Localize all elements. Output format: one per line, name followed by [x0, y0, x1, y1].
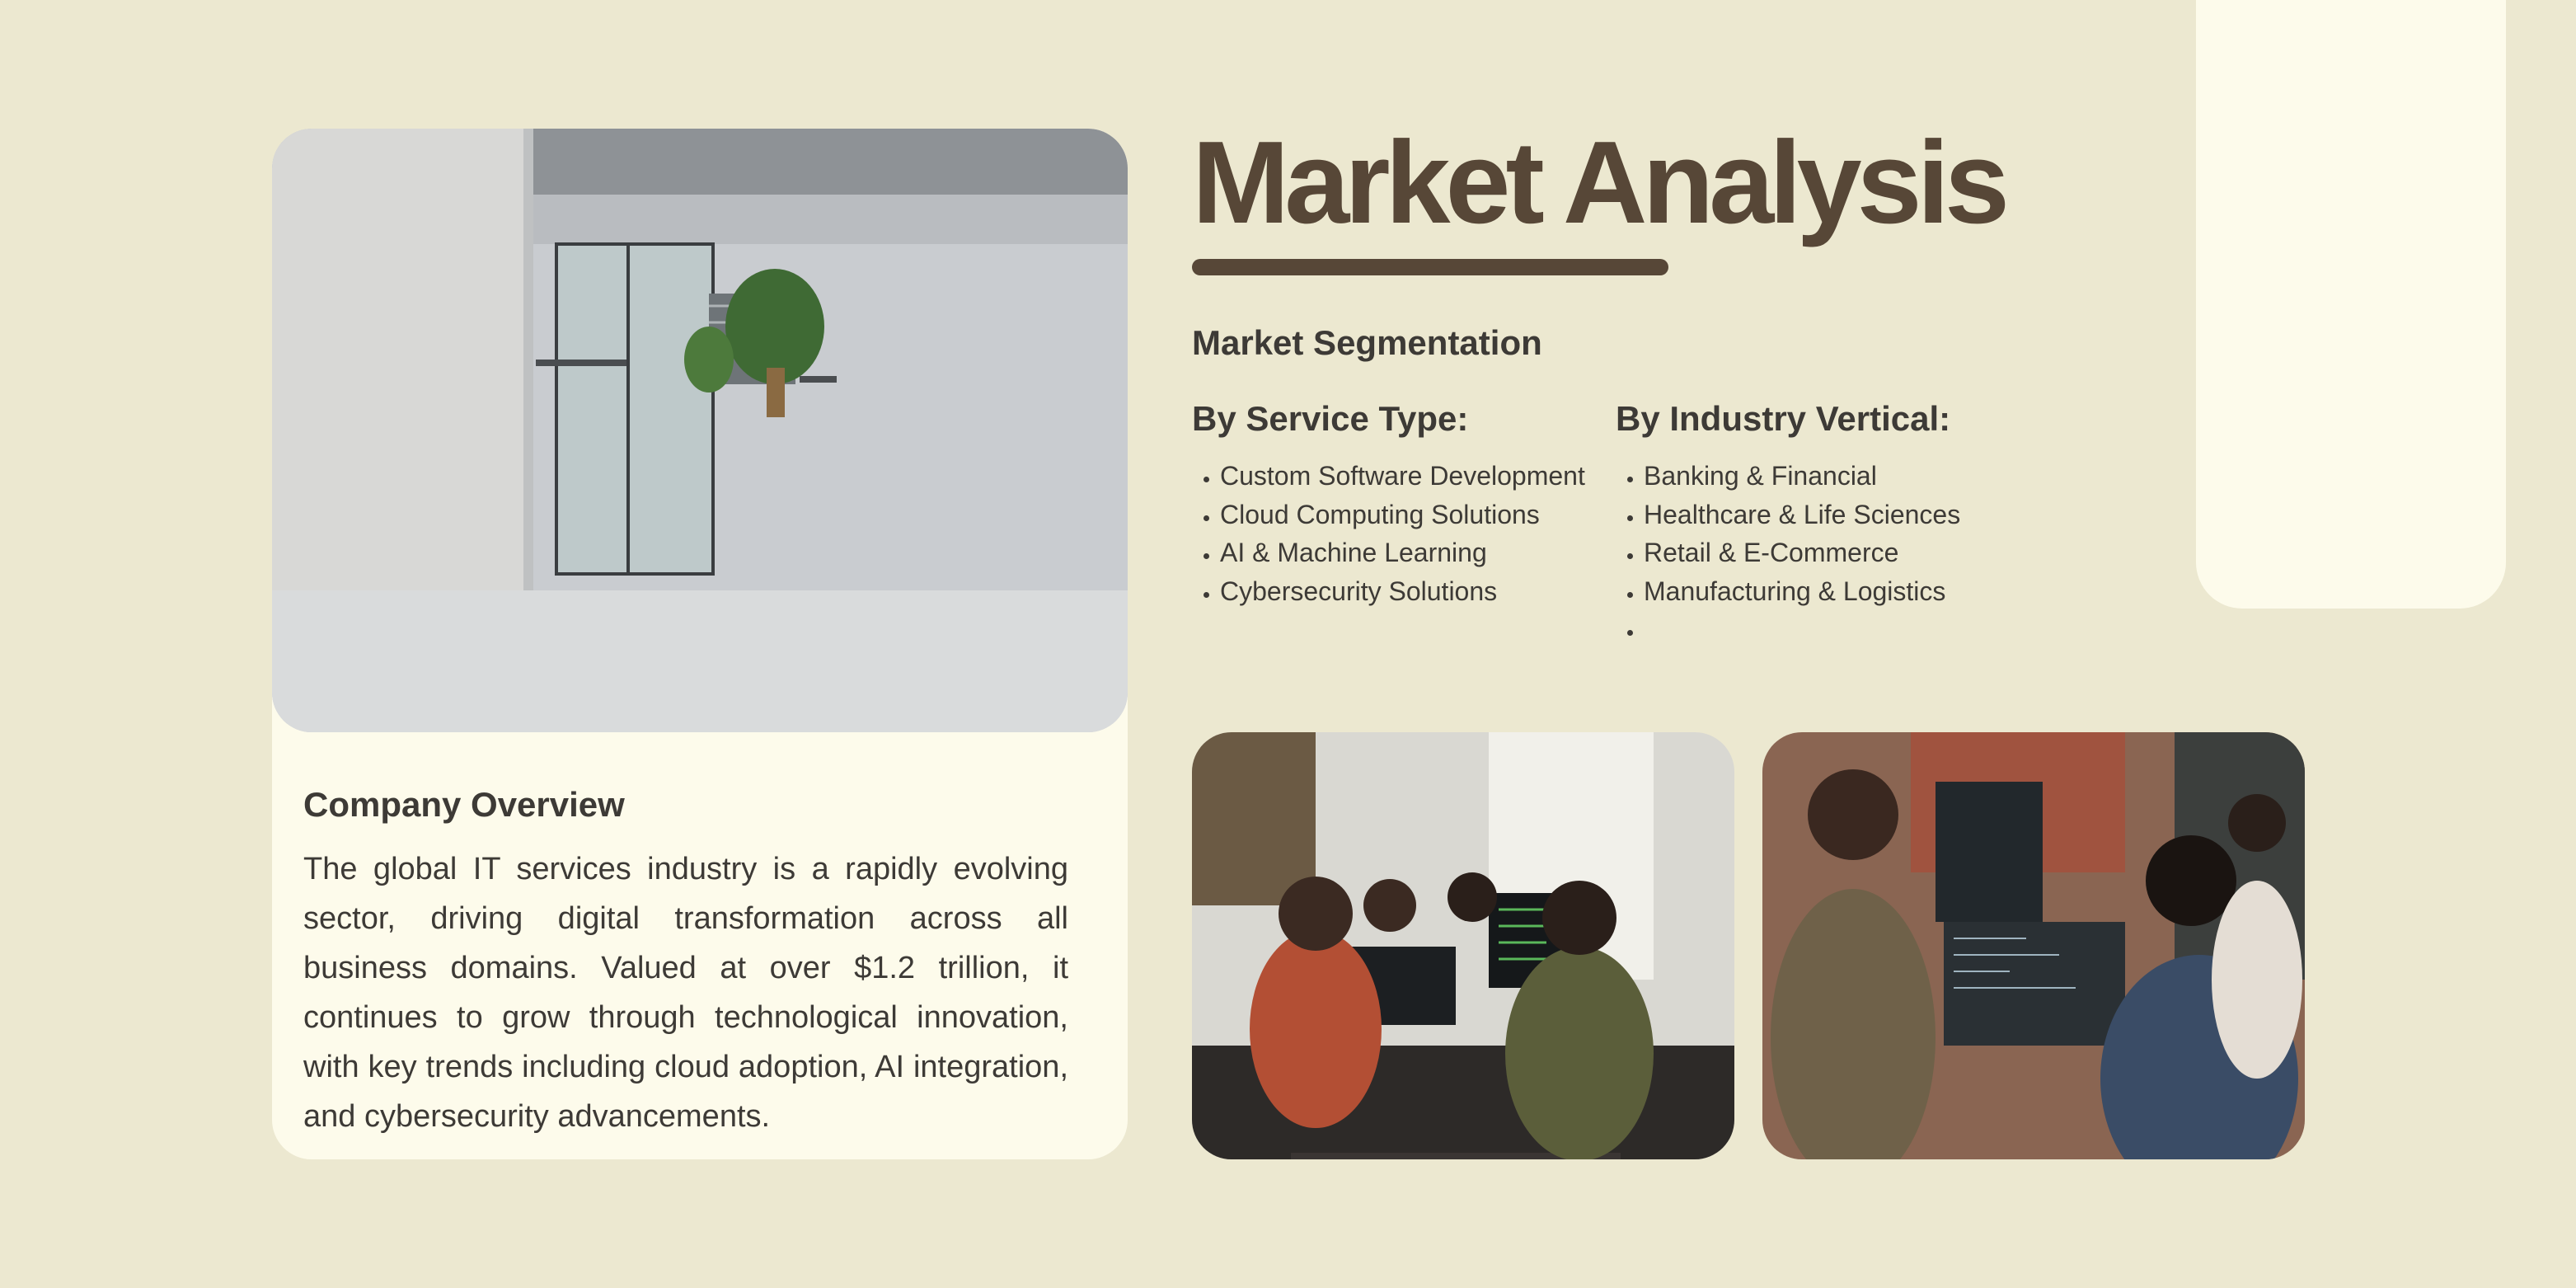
decorative-panel — [2196, 0, 2506, 609]
market-segmentation-title: Market Segmentation — [1192, 323, 1542, 362]
list-item — [1644, 610, 1960, 649]
service-type-heading: By Service Type: — [1192, 399, 1469, 438]
list-item: Custom Software Development — [1220, 457, 1585, 496]
title-underline — [1192, 259, 1668, 275]
page-title: Market Analysis — [1192, 117, 2010, 248]
list-item: Cybersecurity Solutions — [1220, 572, 1585, 611]
company-overview-title: Company Overview — [303, 785, 625, 824]
company-overview-text: The global IT services industry is a rap… — [303, 852, 1068, 1134]
service-type-column: By Service Type: Custom Software Develop… — [1192, 399, 1585, 610]
list-item: AI & Machine Learning — [1220, 534, 1585, 572]
list-item: Cloud Computing Solutions — [1220, 496, 1585, 534]
industry-vertical-list: Banking & Financial Healthcare & Life Sc… — [1616, 457, 1960, 649]
list-item: Manufacturing & Logistics — [1644, 572, 1960, 611]
company-overview-card: Company Overview The global IT services … — [272, 129, 1128, 1159]
office-interior-photo — [272, 129, 1128, 732]
developers-collaborating-photo — [1762, 732, 2305, 1159]
team-meeting-photo — [1192, 732, 1734, 1159]
industry-vertical-heading: By Industry Vertical: — [1616, 399, 1951, 438]
industry-vertical-column: By Industry Vertical: Banking & Financia… — [1616, 399, 1960, 649]
list-item: Banking & Financial — [1644, 457, 1960, 496]
list-item: Healthcare & Life Sciences — [1644, 496, 1960, 534]
service-type-list: Custom Software Development Cloud Comput… — [1192, 457, 1585, 610]
list-item: Retail & E-Commerce — [1644, 534, 1960, 572]
